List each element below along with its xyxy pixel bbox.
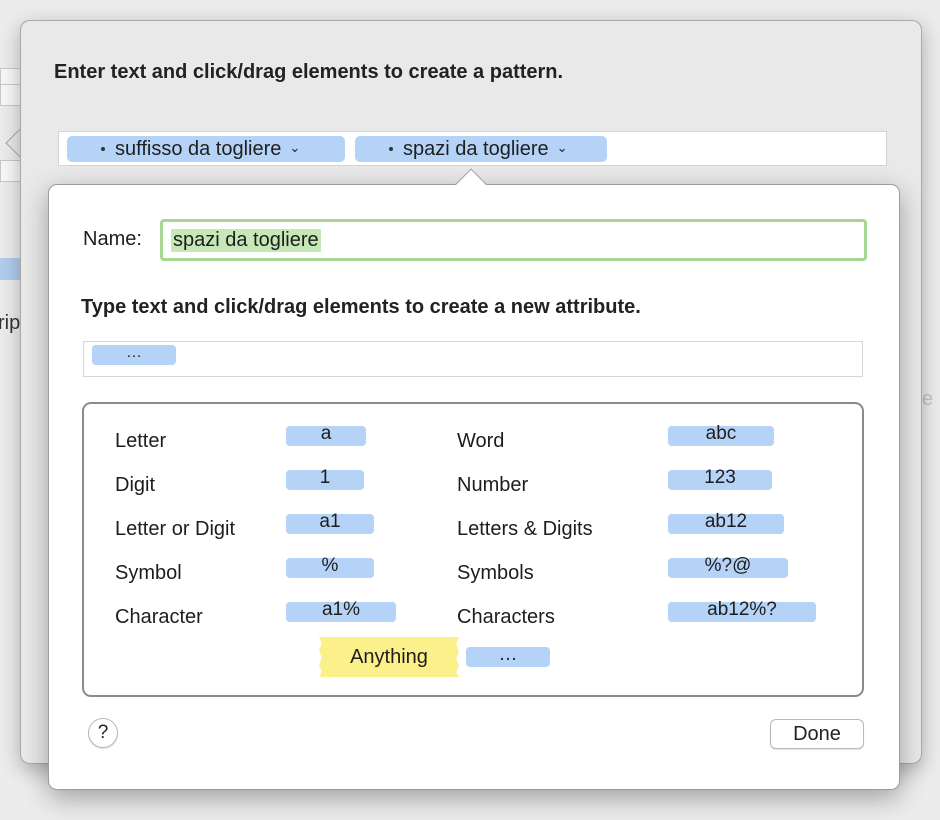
palette-chip-letter-or-digit[interactable]: a1	[286, 512, 374, 534]
palette-label-symbols: Symbols	[457, 562, 534, 584]
palette-chip-letter[interactable]: a	[286, 424, 366, 446]
chevron-down-icon[interactable]: ⌄	[289, 140, 300, 156]
palette-label-number: Number	[457, 474, 529, 496]
element-palette: Letter a Digit 1 Letter or Digit a1 Symb…	[82, 402, 864, 697]
background-text-fragment: rip	[0, 312, 21, 334]
done-button[interactable]: Done	[770, 719, 864, 749]
palette-label-character: Character	[115, 606, 203, 628]
palette-label-symbol: Symbol	[115, 562, 182, 584]
palette-chip-anything[interactable]: Anything	[319, 637, 459, 677]
attribute-field[interactable]: …	[83, 341, 863, 377]
palette-chip-number[interactable]: 123	[668, 468, 772, 490]
attribute-token[interactable]: …	[92, 345, 176, 365]
palette-chip-digit[interactable]: 1	[286, 468, 364, 490]
palette-label-digit: Digit	[115, 474, 156, 496]
token-label: suffisso da togliere	[115, 137, 282, 160]
background-selection	[0, 258, 22, 280]
palette-chip-characters[interactable]: ab12%?	[668, 600, 816, 622]
help-button[interactable]: ?	[88, 718, 118, 748]
pattern-token-spazi[interactable]: spazi da togliere ⌄	[355, 136, 607, 162]
name-label: Name:	[83, 228, 142, 250]
pattern-token-suffisso[interactable]: suffisso da togliere ⌄	[67, 136, 345, 162]
name-input-value[interactable]: spazi da togliere	[171, 228, 321, 252]
palette-chip-character[interactable]: a1%	[286, 600, 396, 622]
bullet-icon	[389, 147, 393, 151]
attribute-instruction: Type text and click/drag elements to cre…	[81, 296, 641, 318]
palette-label-characters: Characters	[457, 606, 555, 628]
palette-chip-symbols[interactable]: %?@	[668, 556, 788, 578]
pattern-instruction: Enter text and click/drag elements to cr…	[54, 61, 564, 83]
palette-chip-symbol[interactable]: %	[286, 556, 374, 578]
palette-label-letter-or-digit: Letter or Digit	[115, 518, 236, 540]
palette-label-letters-digits: Letters & Digits	[457, 518, 593, 540]
palette-label-word: Word	[457, 430, 505, 452]
chevron-down-icon[interactable]: ⌄	[557, 140, 568, 156]
palette-chip-letters-digits[interactable]: ab12	[668, 512, 784, 534]
palette-chip-word[interactable]: abc	[668, 424, 774, 446]
palette-chip-ellipsis[interactable]: …	[466, 645, 550, 667]
name-input[interactable]: spazi da togliere	[160, 219, 867, 261]
bullet-icon	[101, 147, 105, 151]
token-label: spazi da togliere	[403, 137, 549, 160]
palette-label-letter: Letter	[115, 430, 167, 452]
pattern-field[interactable]: suffisso da togliere ⌄ spazi da togliere…	[58, 131, 887, 166]
